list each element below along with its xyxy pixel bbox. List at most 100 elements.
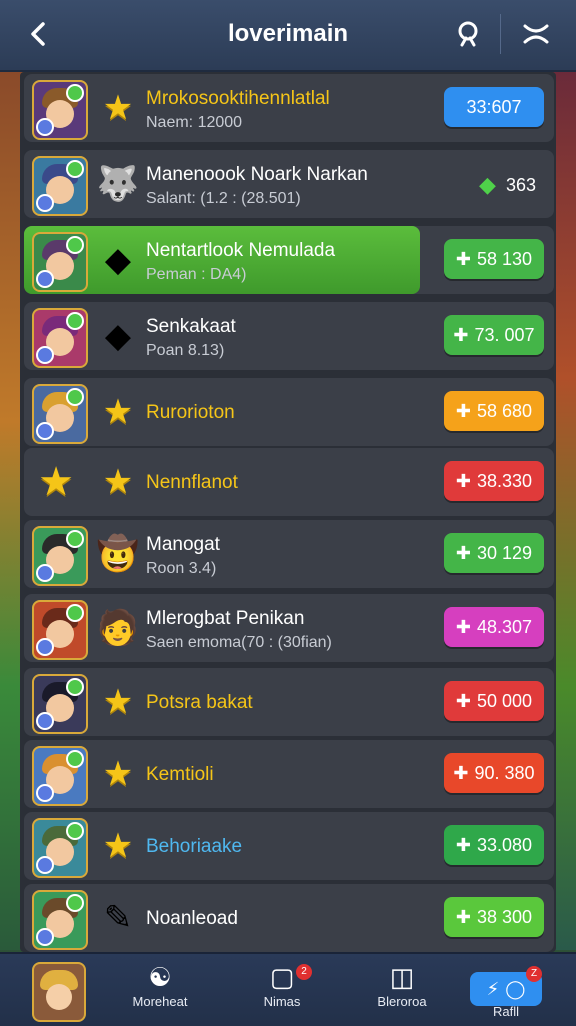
price-value: 58 130: [477, 248, 533, 269]
list-item[interactable]: ★ Potsra bakat ✚ 50 000: [24, 668, 554, 736]
price-button[interactable]: ✚ 38.330: [444, 461, 544, 501]
star-icon: ★: [102, 683, 134, 721]
chat-bubble-icon: ◯: [505, 978, 526, 999]
avatar: [32, 674, 88, 734]
player-name: Manenoook Noark Narkan: [146, 164, 368, 185]
price-button[interactable]: ✚ 30 129: [444, 533, 544, 573]
list-item[interactable]: ✎ Noanleoad ✚ 38 300: [24, 884, 554, 952]
price-button[interactable]: ✚ 33.080: [444, 825, 544, 865]
price-value: 73. 007: [474, 324, 535, 345]
avatar: [32, 156, 88, 216]
price-value: 33.080: [477, 834, 533, 855]
player-name: Senkakaat: [146, 316, 236, 337]
header-divider: [500, 14, 501, 54]
notification-badge: 2: [296, 964, 312, 980]
header-bar: loverimain: [0, 0, 576, 72]
price-value: 38.330: [477, 470, 533, 491]
gem-icon: ◆: [479, 172, 496, 197]
plus-icon: ✚: [455, 616, 472, 637]
list-item[interactable]: ◆ Senkakaat Poan 8.13) ✚ 73. 007: [24, 302, 554, 370]
star-icon: ★: [102, 463, 134, 501]
avatar: [32, 818, 88, 878]
nav-item-bleroroa[interactable]: ◫ Bleroroa: [352, 960, 452, 1022]
price-button[interactable]: 33:607: [444, 87, 544, 127]
list-item[interactable]: ◆ Nentartlook Nemulada Peman : DA4) ✚ 58 130: [24, 226, 554, 294]
avatar: [32, 80, 88, 140]
player-name: Manogat: [146, 534, 220, 555]
close-icon: [523, 24, 549, 44]
diamond-badge-icon: ◆: [104, 317, 132, 355]
plus-icon: ✚: [455, 542, 472, 563]
price-button[interactable]: ✚ 58 130: [444, 239, 544, 279]
list-item[interactable]: ★ Mrokosooktihennlatlal Naem: 12000 33:607: [24, 74, 554, 142]
plus-icon: ✚: [453, 762, 469, 783]
price-value: 58 680: [477, 400, 533, 421]
price-button[interactable]: ✚ 90. 380: [444, 753, 544, 793]
hero-icon: 🧑: [96, 609, 140, 647]
notification-badge: Z: [526, 966, 542, 982]
plus-icon: ✚: [455, 834, 472, 855]
price-button[interactable]: ✚ 38 300: [444, 897, 544, 937]
nav-label: Rafll: [492, 1004, 519, 1019]
player-name: Mlerogbat Penikan: [146, 608, 305, 629]
list-item[interactable]: ★ Rurorioton ✚ 58 680: [24, 378, 554, 446]
list-item[interactable]: 🧑 Mlerogbat Penikan Saen emoma(70 : (30fia…: [24, 594, 554, 662]
nav-label: Nimas: [263, 994, 301, 1009]
player-name: Nennflanot: [146, 472, 238, 493]
player-name: Kemtioli: [146, 764, 214, 785]
price-value: 90. 380: [474, 762, 535, 783]
star-icon: ★: [102, 393, 134, 431]
avatar: [32, 526, 88, 586]
cowboy-icon: 🤠: [96, 535, 140, 573]
wolf-icon: 🐺: [96, 165, 140, 203]
avatar: [32, 600, 88, 660]
player-subtitle: Saen emoma(70 : (30fian): [146, 634, 332, 651]
plus-icon: ✚: [455, 690, 472, 711]
list-item[interactable]: ★ ★ Nennflanot ✚ 38.330: [24, 448, 554, 516]
nav-label: Moreheat: [132, 994, 188, 1009]
player-name: Nentartlook Nemulada: [146, 240, 336, 261]
diamond-badge-icon: ◆: [104, 241, 132, 279]
player-name: Rurorioton: [146, 402, 235, 423]
nav-label: Bleroroa: [377, 994, 427, 1009]
price-value: 50 000: [477, 690, 533, 711]
list-item[interactable]: 🐺 Manenoook Noark Narkan Salant: (1.2 : (2…: [24, 150, 554, 218]
price-value: 363: [505, 174, 536, 195]
price-value: 30 129: [477, 542, 533, 563]
player-subtitle: Salant: (1.2 : (28.501): [146, 190, 301, 207]
chat-icon: ⚡: [486, 978, 500, 999]
price-button[interactable]: ✚ 50 000: [444, 681, 544, 721]
chat-button[interactable]: ⚡ ◯ Z: [470, 966, 542, 1006]
player-name: Potsra bakat: [146, 692, 253, 713]
player-avatar[interactable]: [32, 962, 86, 1022]
avatar: [32, 384, 88, 444]
star-icon: ★: [102, 89, 134, 127]
player-subtitle: Naem: 12000: [146, 114, 243, 131]
star-icon: ★: [102, 755, 134, 793]
list-item[interactable]: ★ Kemtioli ✚ 90. 380: [24, 740, 554, 808]
player-subtitle: Peman : DA4): [146, 266, 247, 283]
star-icon: ★: [102, 827, 134, 865]
price-value: 48.307: [477, 616, 533, 637]
price-button[interactable]: ✚ 48.307: [444, 607, 544, 647]
price-value: 33:607: [466, 96, 522, 117]
nav-item-nimas[interactable]: ▢ 2 Nimas: [232, 960, 332, 1022]
avatar: [32, 890, 88, 950]
list-item[interactable]: 🤠 Manogat Roon 3.4) ✚ 30 129: [24, 520, 554, 588]
price-button[interactable]: ✚ 58 680: [444, 391, 544, 431]
quill-icon: ✎: [103, 899, 133, 937]
player-subtitle: Poan 8.13): [146, 342, 225, 359]
search-icon: [458, 21, 478, 47]
price-button[interactable]: ✚ 73. 007: [444, 315, 544, 355]
player-name: Behoriaake: [146, 836, 243, 857]
close-button[interactable]: [516, 14, 556, 54]
price-display: ◆ 363: [479, 172, 536, 198]
search-button[interactable]: [450, 14, 490, 54]
bag-icon: ◫: [389, 962, 415, 992]
plus-icon: ✚: [455, 906, 472, 927]
list-item[interactable]: ★ Behoriaake ✚ 33.080: [24, 812, 554, 880]
price-value: 38 300: [477, 906, 533, 927]
avatar: [32, 746, 88, 806]
message-icon: ▢: [269, 962, 295, 992]
nav-item-moreheat[interactable]: ☯ Moreheat: [110, 960, 210, 1022]
